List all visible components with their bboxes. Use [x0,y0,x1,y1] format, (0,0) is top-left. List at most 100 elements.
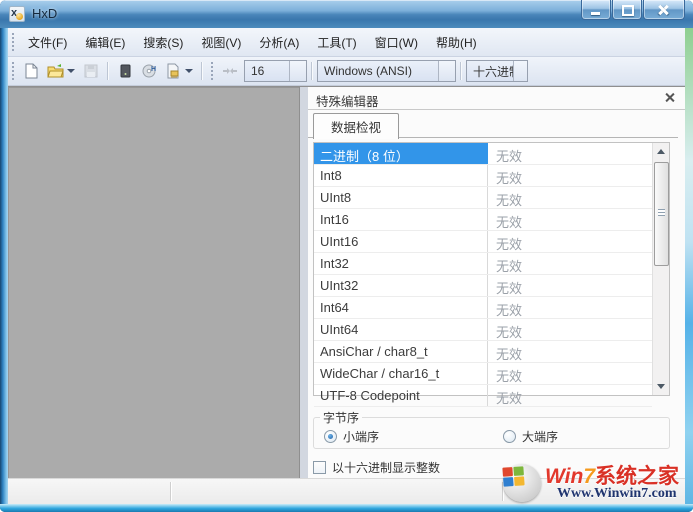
encoding-value: Windows (ANSI) [324,64,413,78]
offset-base-combo[interactable]: 十六进制 [466,60,528,82]
row-value[interactable]: 无效 [488,165,652,186]
new-file-button[interactable] [19,60,43,82]
editor-workspace [8,87,300,478]
close-icon [658,4,669,16]
content-area: 特殊编辑器 数据检视 二进制（8 位） 无效 Int8 无效 UInt8 无效 Int… [8,86,685,478]
row-value[interactable]: 无效 [488,253,652,274]
window-border-bottom[interactable] [0,504,693,512]
row-value[interactable]: 无效 [488,209,652,230]
row-value[interactable]: 无效 [488,143,652,164]
radio-checked-icon [324,430,337,443]
open-ram-dropdown-caret[interactable] [185,69,193,73]
window-border-right[interactable] [685,28,693,504]
table-row[interactable]: UInt8 无效 [314,187,652,209]
close-button[interactable] [643,0,685,20]
open-disk-image-button[interactable]: H [137,60,161,82]
offset-base-drop-button[interactable] [513,61,527,81]
open-file-dropdown-caret[interactable] [67,69,75,73]
hex-display-checkbox-row[interactable]: 以十六进制显示整数 [313,459,440,476]
table-row[interactable]: Int32 无效 [314,253,652,275]
radio-little-endian[interactable]: 小端序 [324,428,379,445]
list-scrollbar[interactable] [652,143,669,395]
bytes-per-row-drop-button[interactable] [289,61,306,81]
menu-file[interactable]: 文件(F) [19,30,76,55]
row-value[interactable]: 无效 [488,319,652,340]
table-row[interactable]: UInt16 无效 [314,231,652,253]
open-file-icon [46,64,64,78]
statusbar-separator [502,482,504,501]
titlebar[interactable]: x HxD [0,0,693,28]
bytes-per-row-icon [223,68,237,74]
radio-big-endian[interactable]: 大端序 [503,428,558,445]
save-button[interactable] [79,60,103,82]
row-label: UTF-8 Codepoint [314,385,488,406]
radio-little-endian-label: 小端序 [343,430,380,444]
table-row[interactable]: AnsiChar / char8_t 无效 [314,341,652,363]
row-label: Int8 [314,165,488,186]
scrollbar-thumb[interactable] [654,162,669,266]
new-file-icon [25,63,38,79]
scroll-down-button[interactable] [653,378,669,395]
row-label: UInt32 [314,275,488,296]
hxd-window: x HxD 文件(F) 编辑(E) 搜索(S) 视图(V) 分析(A) 工具(T… [0,0,693,512]
tab-data-inspector[interactable]: 数据检视 [313,113,399,139]
row-value[interactable]: 无效 [488,275,652,296]
special-editors-panel: 特殊编辑器 数据检视 二进制（8 位） 无效 Int8 无效 UInt8 无效 Int… [308,87,685,478]
encoding-combo[interactable]: Windows (ANSI) [317,60,456,82]
minimize-button[interactable] [581,0,611,20]
app-icon: x [9,6,25,22]
checkbox-unchecked-icon[interactable] [313,461,326,474]
open-ram-button[interactable] [161,60,185,82]
menu-edit[interactable]: 编辑(E) [76,30,134,55]
open-ram-icon [167,63,179,79]
table-row[interactable]: UInt32 无效 [314,275,652,297]
toolbar-gripper[interactable] [12,62,14,80]
menu-search[interactable]: 搜索(S) [134,30,192,55]
toolbar-gripper-2[interactable] [211,62,213,80]
scroll-up-button[interactable] [653,143,669,160]
table-row[interactable]: Int8 无效 [314,165,652,187]
arrow-down-icon [657,384,665,389]
bytes-per-row-combo[interactable]: 16 [244,60,307,82]
table-row[interactable]: Int16 无效 [314,209,652,231]
menu-analysis[interactable]: 分析(A) [250,30,308,55]
row-value[interactable]: 无效 [488,341,652,362]
open-disk-button[interactable] [113,60,137,82]
menu-view[interactable]: 视图(V) [192,30,250,55]
panel-splitter[interactable] [300,87,308,478]
encoding-drop-button[interactable] [438,61,455,81]
menubar-gripper[interactable] [12,33,14,51]
bytes-per-row-button[interactable] [218,60,242,82]
status-bar [8,478,685,504]
client-area: 文件(F) 编辑(E) 搜索(S) 视图(V) 分析(A) 工具(T) 窗口(W… [8,28,685,504]
row-value[interactable]: 无效 [488,187,652,208]
panel-close-icon[interactable] [664,92,675,103]
menu-tools[interactable]: 工具(T) [308,30,365,55]
table-row[interactable]: UTF-8 Codepoint 无效 [314,385,652,407]
data-inspector-list: 二进制（8 位） 无效 Int8 无效 UInt8 无效 Int16 无效 UInt16… [313,142,670,407]
row-value[interactable]: 无效 [488,231,652,252]
byte-order-groupbox: 字节序 小端序 大端序 [313,409,670,449]
menu-window[interactable]: 窗口(W) [366,30,427,55]
row-value[interactable]: 无效 [488,385,652,406]
maximize-button[interactable] [612,0,642,20]
row-value[interactable]: 无效 [488,363,652,384]
row-label: UInt16 [314,231,488,252]
row-label: Int16 [314,209,488,230]
open-file-button[interactable] [43,60,67,82]
window-border-left[interactable] [0,28,8,504]
table-row[interactable]: 二进制（8 位） 无效 [314,143,652,165]
row-label: 二进制（8 位） [314,143,488,164]
row-value[interactable]: 无效 [488,297,652,318]
maximize-icon [622,5,634,16]
panel-title: 特殊编辑器 [316,95,379,109]
menu-help[interactable]: 帮助(H) [427,30,486,55]
table-row[interactable]: UInt64 无效 [314,319,652,341]
table-row[interactable]: WideChar / char16_t 无效 [314,363,652,385]
toolbar: H 16 Windows (ANSI) 十六进制 [8,57,685,86]
hex-display-label: 以十六进制显示整数 [332,461,441,475]
byte-order-options: 小端序 大端序 [314,428,669,445]
table-row[interactable]: Int64 无效 [314,297,652,319]
bytes-per-row-value: 16 [251,64,265,78]
toolbar-separator [107,62,109,80]
